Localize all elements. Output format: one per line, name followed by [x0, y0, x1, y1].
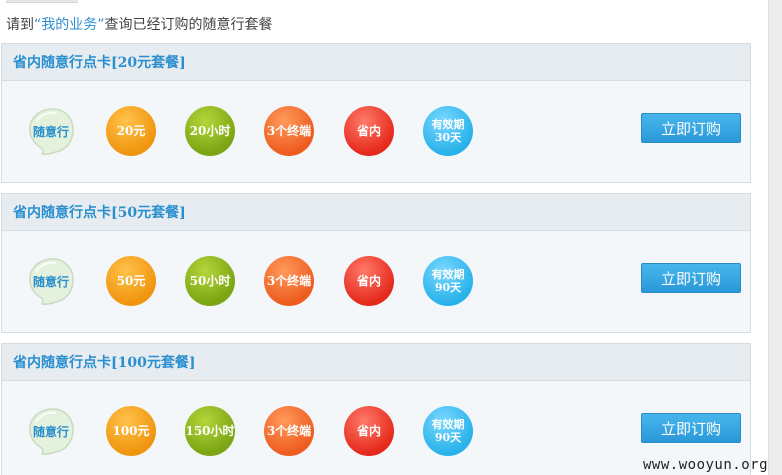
- package-title: 省内随意行点卡[100元套餐]: [13, 355, 196, 371]
- notice-suffix: 查询已经订购的随意行套餐: [104, 17, 273, 33]
- package-header: 省内随意行点卡[100元套餐]: [2, 344, 750, 381]
- scope-badge: 省内: [344, 256, 394, 306]
- validity-line2: 90天: [434, 281, 462, 294]
- terminals-badge: 3个终端: [264, 256, 314, 306]
- terminals-label: 3个终端: [266, 273, 312, 288]
- scope-label: 省内: [356, 423, 381, 438]
- order-button[interactable]: 立即订购: [641, 263, 741, 293]
- terminals-badge: 3个终端: [264, 406, 314, 456]
- hours-badge: 150小时: [185, 406, 235, 456]
- sticker-label: 随意行: [32, 124, 69, 139]
- order-button[interactable]: 立即订购: [641, 113, 741, 143]
- scope-label: 省内: [356, 273, 381, 288]
- validity-line2: 90天: [434, 431, 462, 444]
- price-badge: 20元: [106, 106, 156, 156]
- hours-label: 20小时: [189, 123, 231, 138]
- validity-badge: 有效期 30天: [423, 106, 473, 156]
- package-panel-100: 省内随意行点卡[100元套餐] 随意行 100元 150小时 3个终端 省内 有…: [1, 343, 751, 475]
- vertical-scrollbar[interactable]: [768, 0, 782, 475]
- package-title: 省内随意行点卡[20元套餐]: [13, 55, 186, 71]
- scope-badge: 省内: [344, 406, 394, 456]
- order-button[interactable]: 立即订购: [641, 413, 741, 443]
- package-body: 随意行 100元 150小时 3个终端 省内 有效期 90天 立即订购: [2, 381, 750, 475]
- validity-line1: 有效期: [431, 268, 465, 281]
- notice-text: 请到“我的业务”查询已经订购的随意行套餐: [6, 14, 273, 34]
- package-title: 省内随意行点卡[50元套餐]: [13, 205, 186, 221]
- scope-badge: 省内: [344, 106, 394, 156]
- package-header: 省内随意行点卡[50元套餐]: [2, 194, 750, 231]
- sticker-label: 随意行: [32, 274, 69, 289]
- terminals-label: 3个终端: [266, 423, 312, 438]
- validity-line2: 30天: [434, 131, 462, 144]
- package-panel-50: 省内随意行点卡[50元套餐] 随意行 50元 50小时 3个终端 省内 有效期 9…: [1, 193, 751, 333]
- hours-label: 150小时: [185, 423, 235, 438]
- validity-line1: 有效期: [431, 118, 465, 131]
- notice-prefix: 请到: [6, 17, 34, 33]
- hours-badge: 20小时: [185, 106, 235, 156]
- sticker-label: 随意行: [32, 424, 69, 439]
- suiyixing-sticker-icon: 随意行: [26, 106, 76, 156]
- package-panel-20: 省内随意行点卡[20元套餐] 随意行 20元 20小时 3个终端 省内 有效期 3…: [1, 43, 751, 183]
- validity-badge: 有效期 90天: [423, 406, 473, 456]
- watermark-text: www.wooyun.org: [643, 457, 769, 473]
- scope-label: 省内: [356, 123, 381, 138]
- price-label: 50元: [116, 273, 146, 288]
- terminals-label: 3个终端: [266, 123, 312, 138]
- price-label: 100元: [112, 423, 150, 438]
- validity-line1: 有效期: [431, 418, 465, 431]
- price-label: 20元: [116, 123, 146, 138]
- package-header: 省内随意行点卡[20元套餐]: [2, 44, 750, 81]
- hours-badge: 50小时: [185, 256, 235, 306]
- hours-label: 50小时: [189, 273, 231, 288]
- package-body: 随意行 50元 50小时 3个终端 省内 有效期 90天 立即订购: [2, 231, 750, 332]
- suiyixing-sticker-icon: 随意行: [26, 406, 76, 456]
- price-badge: 100元: [106, 406, 156, 456]
- terminals-badge: 3个终端: [264, 106, 314, 156]
- package-body: 随意行 20元 20小时 3个终端 省内 有效期 30天 立即订购: [2, 81, 750, 182]
- price-badge: 50元: [106, 256, 156, 306]
- top-tab-edge: [6, 0, 78, 3]
- my-business-link[interactable]: “我的业务”: [34, 17, 105, 33]
- suiyixing-sticker-icon: 随意行: [26, 256, 76, 306]
- validity-badge: 有效期 90天: [423, 256, 473, 306]
